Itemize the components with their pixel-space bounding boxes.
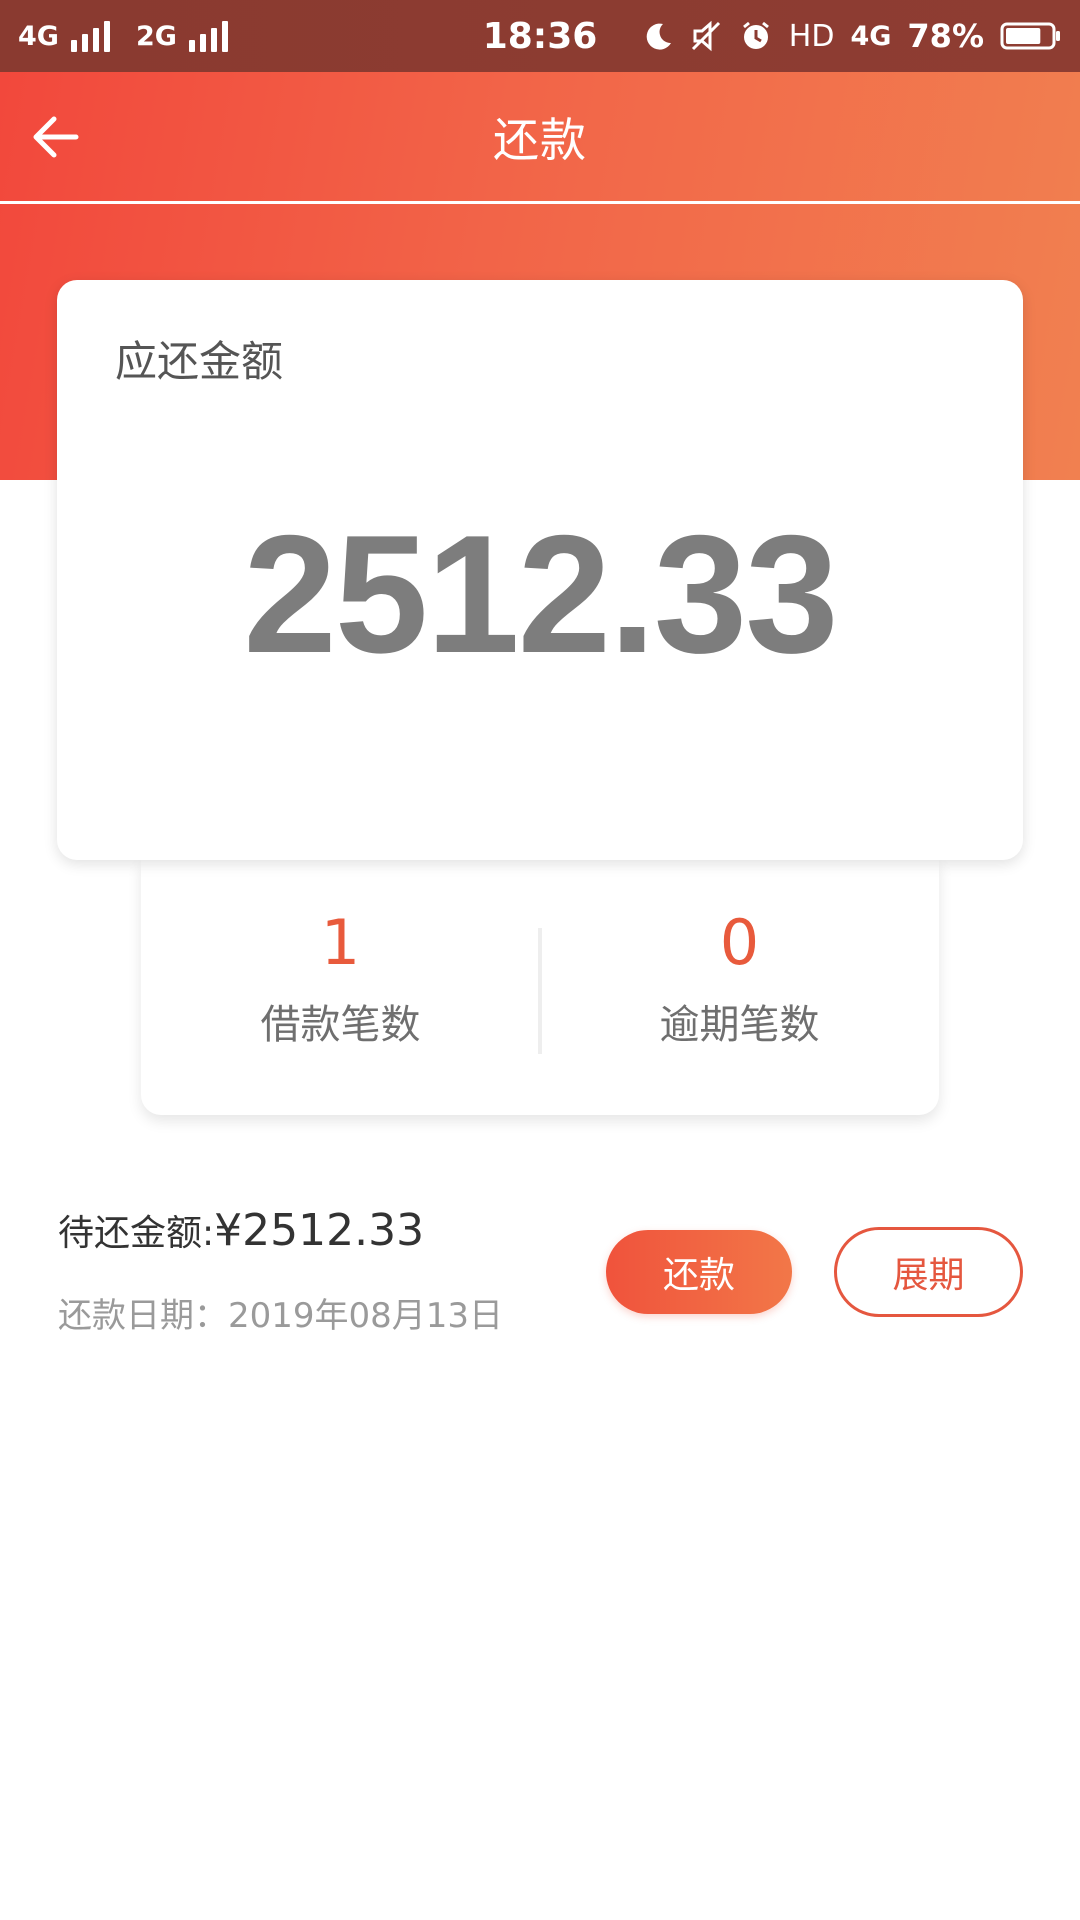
status-bar: 4G 2G 18:36 HD 4G 78% [0,0,1080,72]
app-header: 还款 [0,72,1080,204]
repayment-screen: 4G 2G 18:36 HD 4G 78% 还款 1 借款笔数 0 逾期笔数 应… [0,0,1080,1920]
stat-divider [538,928,542,1054]
overdue-count-value: 0 [719,906,760,979]
repayment-date-label: 还款日期： [58,1296,228,1336]
repayment-date: 还款日期：2019年08月13日 [58,1288,503,1337]
signal-2-icon [188,20,228,52]
battery-percent: 78% [907,17,984,55]
status-right: HD 4G 78% [643,0,1062,72]
battery-icon [1000,21,1062,51]
outstanding-amount-value: ¥2512.33 [214,1205,425,1256]
outstanding-amount: 待还金额:¥2512.33 [58,1204,424,1256]
hd-label: HD [788,18,835,54]
repayment-date-value: 2019年08月13日 [228,1296,504,1336]
signal-1-icon [70,20,110,52]
mute-icon [689,19,723,53]
back-button[interactable] [26,108,84,166]
overdue-count-label: 逾期笔数 [659,1002,820,1048]
moon-icon [643,21,673,51]
amount-due-value: 2512.33 [243,500,838,688]
overdue-count-stat: 0 逾期笔数 [540,860,939,1115]
loan-stats-card: 1 借款笔数 0 逾期笔数 [141,860,939,1115]
amount-due-card: 应还金额 2512.33 [57,280,1023,860]
page-title: 还款 [493,112,587,167]
repay-button[interactable]: 还款 [606,1230,792,1314]
loan-count-label: 借款笔数 [260,1002,421,1048]
alarm-icon [739,19,773,53]
arrow-left-icon [33,116,79,158]
amount-due-label: 应还金额 [115,337,284,386]
data-network-label: 4G [850,20,892,52]
extend-button[interactable]: 展期 [834,1227,1023,1317]
loan-count-value: 1 [320,906,361,979]
network-2-label: 2G [135,20,177,52]
outstanding-amount-label: 待还金额: [58,1213,215,1254]
loan-count-stat: 1 借款笔数 [141,860,540,1115]
status-left: 4G 2G [18,20,242,52]
network-1-label: 4G [18,20,59,52]
